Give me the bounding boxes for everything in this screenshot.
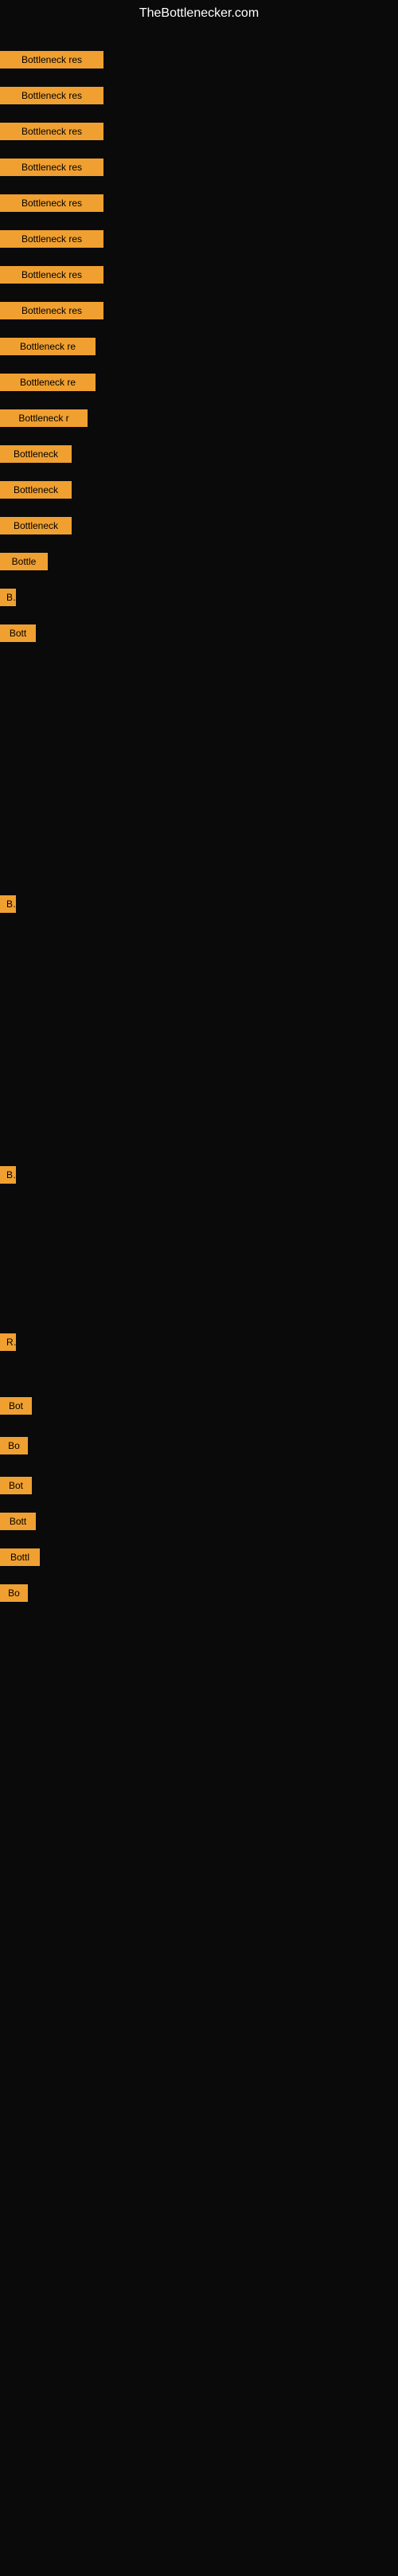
bottleneck-button-2[interactable]: Bottleneck res bbox=[0, 87, 103, 104]
button-row-25: Bottl bbox=[0, 1548, 40, 1566]
bottleneck-button-13[interactable]: Bottleneck bbox=[0, 481, 72, 499]
bottleneck-button-25[interactable]: Bottl bbox=[0, 1548, 40, 1566]
button-row-22: Bo bbox=[0, 1437, 28, 1454]
button-row-4: Bottleneck res bbox=[0, 159, 103, 176]
button-row-9: Bottleneck re bbox=[0, 338, 96, 355]
bottleneck-button-19[interactable]: B bbox=[0, 1166, 16, 1184]
button-row-7: Bottleneck res bbox=[0, 266, 103, 284]
button-row-1: Bottleneck res bbox=[0, 51, 103, 69]
bottleneck-button-16[interactable]: B bbox=[0, 589, 16, 606]
button-row-20: R bbox=[0, 1333, 16, 1351]
bottleneck-button-1[interactable]: Bottleneck res bbox=[0, 51, 103, 69]
button-row-12: Bottleneck bbox=[0, 445, 72, 463]
bottleneck-button-9[interactable]: Bottleneck re bbox=[0, 338, 96, 355]
button-row-24: Bott bbox=[0, 1513, 36, 1530]
button-row-18: B bbox=[0, 895, 16, 913]
bottleneck-button-11[interactable]: Bottleneck r bbox=[0, 409, 88, 427]
button-row-8: Bottleneck res bbox=[0, 302, 103, 319]
bottleneck-button-26[interactable]: Bo bbox=[0, 1584, 28, 1602]
button-row-3: Bottleneck res bbox=[0, 123, 103, 140]
button-row-26: Bo bbox=[0, 1584, 28, 1602]
button-row-15: Bottle bbox=[0, 553, 48, 570]
bottleneck-button-10[interactable]: Bottleneck re bbox=[0, 374, 96, 391]
button-row-17: Bott bbox=[0, 624, 36, 642]
bottleneck-button-3[interactable]: Bottleneck res bbox=[0, 123, 103, 140]
button-row-11: Bottleneck r bbox=[0, 409, 88, 427]
bottleneck-button-18[interactable]: B bbox=[0, 895, 16, 913]
bottleneck-button-12[interactable]: Bottleneck bbox=[0, 445, 72, 463]
bottleneck-button-4[interactable]: Bottleneck res bbox=[0, 159, 103, 176]
button-row-6: Bottleneck res bbox=[0, 230, 103, 248]
button-row-14: Bottleneck bbox=[0, 517, 72, 534]
bottleneck-button-20[interactable]: R bbox=[0, 1333, 16, 1351]
button-row-13: Bottleneck bbox=[0, 481, 72, 499]
bottleneck-button-17[interactable]: Bott bbox=[0, 624, 36, 642]
bottleneck-button-21[interactable]: Bot bbox=[0, 1397, 32, 1415]
bottleneck-button-22[interactable]: Bo bbox=[0, 1437, 28, 1454]
button-row-5: Bottleneck res bbox=[0, 194, 103, 212]
bottleneck-button-15[interactable]: Bottle bbox=[0, 553, 48, 570]
bottleneck-button-5[interactable]: Bottleneck res bbox=[0, 194, 103, 212]
bottleneck-button-23[interactable]: Bot bbox=[0, 1477, 32, 1494]
site-title-container: TheBottlenecker.com bbox=[0, 0, 398, 27]
bottleneck-button-7[interactable]: Bottleneck res bbox=[0, 266, 103, 284]
button-row-16: B bbox=[0, 589, 16, 606]
bottleneck-button-8[interactable]: Bottleneck res bbox=[0, 302, 103, 319]
bottleneck-button-24[interactable]: Bott bbox=[0, 1513, 36, 1530]
button-row-23: Bot bbox=[0, 1477, 32, 1494]
site-title: TheBottlenecker.com bbox=[139, 0, 259, 26]
button-row-10: Bottleneck re bbox=[0, 374, 96, 391]
bottleneck-button-14[interactable]: Bottleneck bbox=[0, 517, 72, 534]
button-row-21: Bot bbox=[0, 1397, 32, 1415]
button-row-19: B bbox=[0, 1166, 16, 1184]
button-row-2: Bottleneck res bbox=[0, 87, 103, 104]
bottleneck-button-6[interactable]: Bottleneck res bbox=[0, 230, 103, 248]
